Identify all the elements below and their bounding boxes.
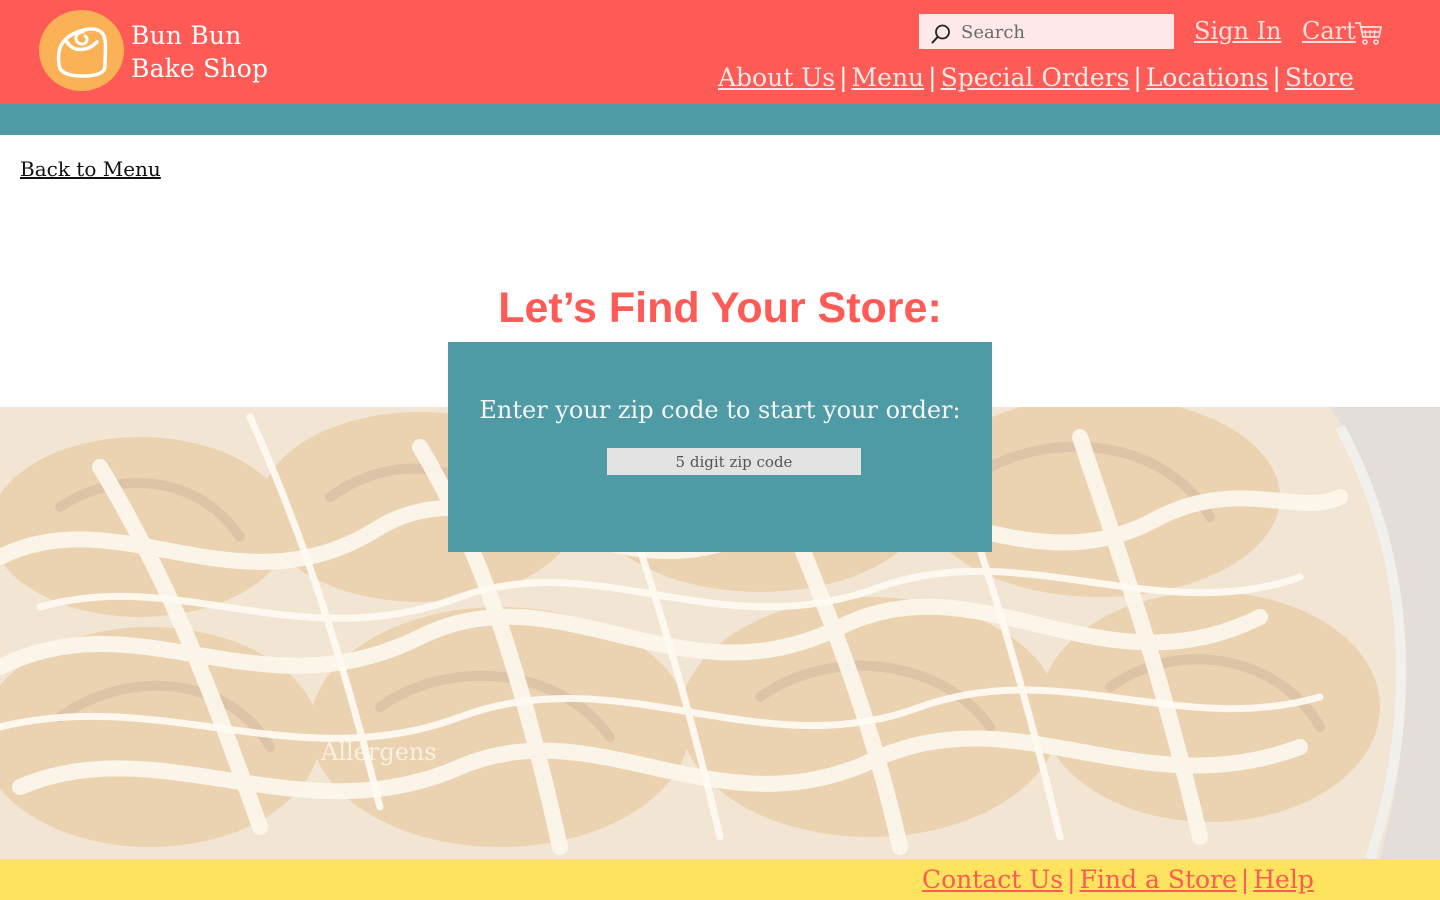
sign-in-link[interactable]: Sign In	[1194, 17, 1282, 45]
footer-separator: |	[1067, 865, 1076, 894]
footer-help[interactable]: Help	[1253, 865, 1314, 894]
header-accent-band	[0, 104, 1440, 135]
cart-link[interactable]: Cart	[1302, 17, 1356, 45]
allergens-faded-text: Allergens	[321, 738, 437, 766]
zip-code-panel: Enter your zip code to start your order:	[448, 342, 992, 552]
zip-code-input[interactable]	[607, 448, 861, 475]
nav-store[interactable]: Store	[1285, 63, 1354, 92]
nav-about-us[interactable]: About Us	[718, 63, 835, 92]
cinnamon-bun-logo-icon	[56, 27, 108, 78]
brand-name[interactable]: Bun Bun Bake Shop	[131, 19, 268, 85]
nav-menu[interactable]: Menu	[852, 63, 925, 92]
brand-line-2: Bake Shop	[131, 54, 269, 83]
cart-icon[interactable]	[1354, 21, 1383, 46]
nav-separator: |	[839, 63, 848, 92]
site-header: Bun Bun Bake Shop Sign In Cart About Us|…	[0, 0, 1440, 104]
footer-find-a-store[interactable]: Find a Store	[1080, 865, 1237, 894]
search-input[interactable]	[959, 19, 1163, 46]
zip-code-prompt: Enter your zip code to start your order:	[479, 396, 961, 424]
nav-separator: |	[1133, 63, 1142, 92]
brand-line-1: Bun Bun	[131, 21, 242, 50]
footer-contact-us[interactable]: Contact Us	[922, 865, 1063, 894]
nav-special-orders[interactable]: Special Orders	[941, 63, 1130, 92]
nav-separator: |	[928, 63, 937, 92]
site-footer: Contact Us | Find a Store | Help	[0, 859, 1440, 900]
main-nav: About Us | Menu | Special Orders | Locations | S…	[718, 63, 1354, 92]
logo[interactable]	[39, 10, 124, 91]
search-box[interactable]	[919, 14, 1174, 49]
back-to-menu-link[interactable]: Back to Menu	[20, 157, 161, 181]
page-title: Let’s Find Your Store:	[498, 284, 942, 332]
search-icon[interactable]	[931, 24, 951, 44]
footer-links: Contact Us | Find a Store | Help	[922, 865, 1314, 894]
nav-locations[interactable]: Locations	[1146, 63, 1269, 92]
footer-separator: |	[1240, 865, 1250, 894]
nav-separator: |	[1272, 63, 1281, 92]
